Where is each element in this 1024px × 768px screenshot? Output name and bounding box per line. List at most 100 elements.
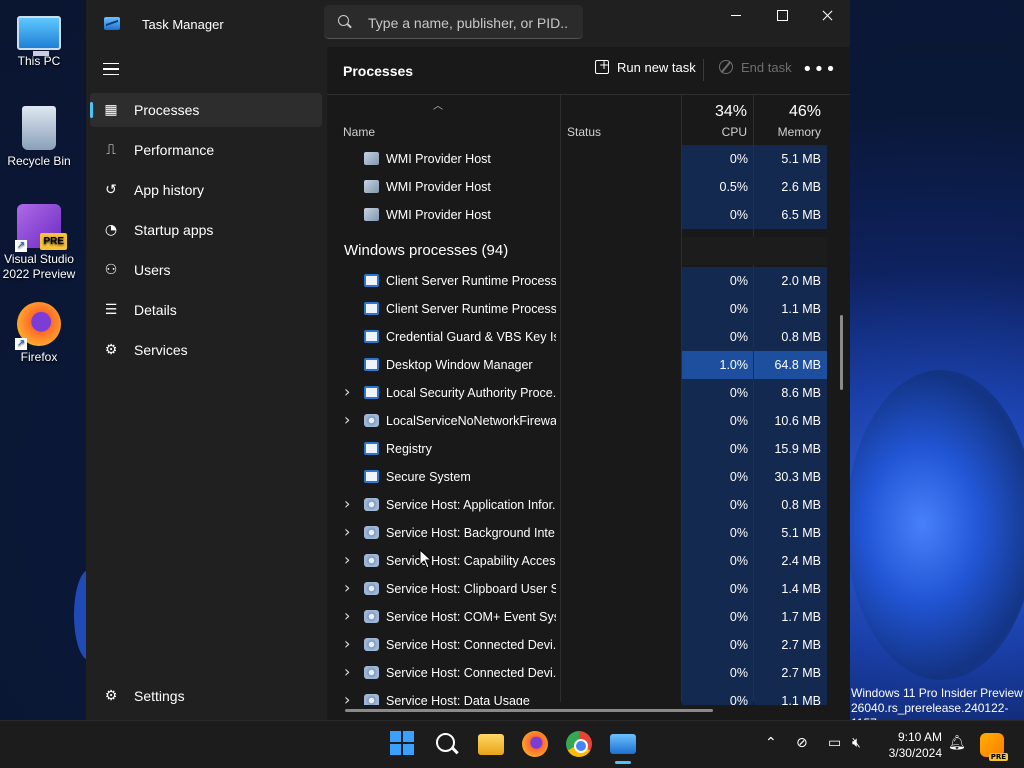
table-row[interactable]: Credential Guard & VBS Key Is... 0% 0.8 MB bbox=[327, 323, 827, 351]
taskbar: ⌃ ⊘ ▭ 🔇︎ 9:10 AM 3/30/2024 🔔︎ PRE bbox=[0, 720, 1024, 768]
column-cpu[interactable]: CPU bbox=[687, 125, 747, 139]
column-name[interactable]: Name bbox=[343, 125, 375, 139]
table-row[interactable]: › Service Host: Connected Devi... 0% 2.7 MB bbox=[327, 631, 827, 659]
process-cpu: 0% bbox=[729, 208, 748, 222]
service-host-icon bbox=[364, 694, 379, 705]
page-title: Processes bbox=[343, 63, 414, 79]
group-header[interactable]: Windows processes (94) bbox=[344, 242, 508, 259]
horizontal-scrollbar[interactable] bbox=[345, 709, 713, 712]
table-row[interactable]: › Service Host: Clipboard User S... 0% 1.4 … bbox=[327, 575, 827, 603]
sidebar-item-app-history[interactable]: ↺ App history bbox=[90, 173, 322, 207]
process-name: Service Host: Connected Devi... bbox=[386, 666, 556, 680]
chevron-right-icon[interactable]: › bbox=[344, 634, 354, 653]
chevron-right-icon[interactable]: › bbox=[344, 410, 354, 429]
table-row[interactable]: WMI Provider Host 0% 5.1 MB bbox=[327, 145, 827, 173]
chevron-right-icon[interactable]: › bbox=[344, 382, 354, 401]
chevron-right-icon[interactable]: › bbox=[344, 606, 354, 625]
process-name: Service Host: Data Usage bbox=[386, 694, 530, 705]
close-button[interactable] bbox=[805, 0, 850, 32]
processes-icon: ▦ bbox=[104, 102, 118, 118]
process-cpu: 0% bbox=[729, 414, 748, 428]
process-memory: 8.6 MB bbox=[781, 386, 821, 400]
sidebar-item-processes[interactable]: ▦ Processes bbox=[90, 93, 322, 127]
more-options-icon[interactable]: ••• bbox=[802, 59, 837, 80]
sidebar-item-users[interactable]: ⚇ Users bbox=[90, 253, 322, 287]
display-icon[interactable]: ▭ bbox=[828, 735, 841, 751]
desktop-icon-label: Recycle Bin bbox=[7, 154, 71, 168]
chevron-right-icon[interactable]: › bbox=[344, 522, 354, 541]
desktop-icon-recycle-bin[interactable]: Recycle Bin bbox=[0, 106, 78, 168]
table-row[interactable]: › Service Host: Data Usage 0% 1.1 MB bbox=[327, 687, 827, 705]
sidebar-item-startup-apps[interactable]: ◔ Startup apps bbox=[90, 213, 322, 247]
pre-badge: PRE bbox=[40, 233, 67, 250]
firefox-taskbar-icon[interactable] bbox=[522, 731, 548, 757]
run-new-task-button[interactable]: Run new task bbox=[595, 58, 696, 82]
desktop-icon-this-pc[interactable]: This PC bbox=[0, 10, 78, 68]
wmi-provider-icon bbox=[364, 152, 379, 165]
mute-icon[interactable]: 🔇︎ bbox=[852, 735, 861, 751]
file-explorer-icon[interactable] bbox=[478, 734, 504, 755]
maximize-button[interactable] bbox=[759, 0, 805, 32]
app-history-icon: ↺ bbox=[105, 182, 117, 198]
sidebar-item-details[interactable]: ☰ Details bbox=[90, 293, 322, 327]
table-row[interactable]: › LocalServiceNoNetworkFirewa... 0% 10.6 MB bbox=[327, 407, 827, 435]
vertical-scrollbar[interactable] bbox=[840, 315, 843, 390]
sidebar-item-services[interactable]: ⚙ Services bbox=[90, 333, 322, 367]
table-row[interactable]: Secure System 0% 30.3 MB bbox=[327, 463, 827, 491]
hamburger-menu-icon[interactable] bbox=[103, 63, 119, 75]
table-row[interactable]: WMI Provider Host 0.5% 2.6 MB bbox=[327, 173, 827, 201]
task-manager-taskbar-icon[interactable] bbox=[610, 734, 636, 754]
chevron-right-icon[interactable]: › bbox=[344, 550, 354, 569]
chevron-right-icon[interactable]: › bbox=[344, 494, 354, 513]
end-task-button[interactable]: End task bbox=[719, 60, 792, 82]
table-row[interactable]: Desktop Window Manager 1.0% 64.8 MB bbox=[327, 351, 827, 379]
chevron-right-icon[interactable]: › bbox=[344, 662, 354, 681]
firefox-icon: ↗ bbox=[15, 302, 61, 350]
taskbar-search-icon[interactable] bbox=[434, 731, 460, 757]
clock[interactable]: 9:10 AM 3/30/2024 bbox=[880, 729, 942, 761]
wallpaper-bloom bbox=[846, 370, 1024, 680]
table-row[interactable]: › Service Host: Connected Devi... 0% 2.7 MB bbox=[327, 659, 827, 687]
process-name: Registry bbox=[386, 442, 432, 456]
table-row[interactable]: Client Server Runtime Process 0% 1.1 MB bbox=[327, 295, 827, 323]
network-disconnected-icon[interactable]: ⊘ bbox=[796, 735, 808, 751]
process-memory: 1.4 MB bbox=[781, 582, 821, 596]
monitor-icon bbox=[17, 16, 61, 56]
process-memory: 0.8 MB bbox=[781, 498, 821, 512]
sidebar-item-label: App history bbox=[134, 182, 205, 198]
process-name: Credential Guard & VBS Key Is... bbox=[386, 330, 556, 344]
search-input[interactable] bbox=[368, 13, 568, 33]
search-box[interactable] bbox=[324, 5, 583, 39]
column-status[interactable]: Status bbox=[567, 125, 601, 139]
chrome-taskbar-icon[interactable] bbox=[566, 731, 592, 757]
chevron-right-icon[interactable]: › bbox=[344, 578, 354, 597]
copilot-icon[interactable]: PRE bbox=[980, 733, 1008, 761]
table-row[interactable]: WMI Provider Host 0% 6.5 MB bbox=[327, 201, 827, 229]
table-row[interactable]: › Service Host: Application Infor... 0% 0.8… bbox=[327, 491, 827, 519]
desktop-icon-firefox[interactable]: ↗ Firefox bbox=[0, 302, 78, 364]
chevron-up-icon[interactable]: ⌃ bbox=[765, 735, 777, 751]
table-row[interactable]: › Service Host: Background Inte... 0% 5.1 M… bbox=[327, 519, 827, 547]
desktop-icon-visual-studio[interactable]: ↗ PRE Visual Studio 2022 Preview bbox=[0, 204, 78, 282]
column-memory[interactable]: Memory bbox=[757, 125, 821, 139]
process-name: WMI Provider Host bbox=[386, 180, 491, 194]
service-host-icon bbox=[364, 498, 379, 511]
table-row[interactable]: › Service Host: COM+ Event Sys... 0% 1.7 MB bbox=[327, 603, 827, 631]
windows-process-icon bbox=[364, 358, 379, 371]
table-row[interactable]: › Local Security Authority Proce... 0% 8.6 … bbox=[327, 379, 827, 407]
memory-total-percent: 46% bbox=[788, 103, 821, 120]
copilot-pre-badge: PRE bbox=[988, 753, 1008, 761]
table-row[interactable]: › Service Host: Capability Acces... 0% 2.4 … bbox=[327, 547, 827, 575]
chevron-right-icon[interactable]: › bbox=[344, 690, 354, 705]
sidebar-item-settings[interactable]: ⚙ Settings bbox=[90, 679, 322, 713]
task-manager-icon bbox=[104, 17, 120, 30]
minimize-button[interactable] bbox=[713, 0, 759, 32]
sidebar-item-performance[interactable]: ⎍ Performance bbox=[90, 133, 322, 167]
notification-bell-icon[interactable]: 🔔︎ bbox=[948, 735, 966, 751]
service-host-icon bbox=[364, 526, 379, 539]
table-row[interactable]: Client Server Runtime Process 0% 2.0 MB bbox=[327, 267, 827, 295]
process-cpu: 0% bbox=[729, 386, 748, 400]
process-memory: 2.7 MB bbox=[781, 666, 821, 680]
start-button[interactable] bbox=[390, 731, 416, 757]
table-row[interactable]: Registry 0% 15.9 MB bbox=[327, 435, 827, 463]
